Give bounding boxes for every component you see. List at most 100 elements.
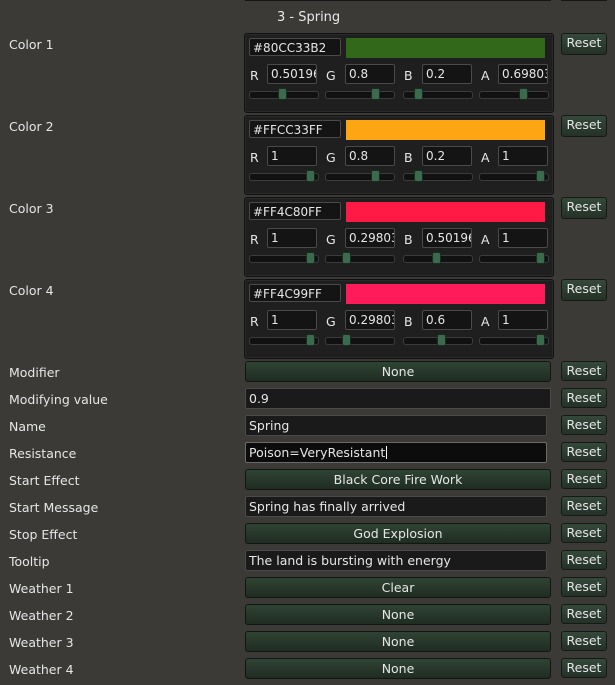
name-field[interactable]: Spring [245, 415, 547, 436]
slider-thumb[interactable] [278, 88, 287, 100]
tooltip-reset-button[interactable]: Reset [561, 550, 607, 570]
start-message-reset-button[interactable]: Reset [561, 496, 607, 516]
color-1-r-field[interactable]: 0.50196 [267, 64, 317, 84]
text-caret [386, 446, 388, 459]
slider-thumb[interactable] [306, 334, 315, 346]
color-2-g-slider[interactable] [325, 170, 395, 182]
color-2-label: Color 2 [9, 119, 54, 134]
modifying-value-field[interactable]: 0.9 [245, 388, 551, 409]
color-1-r-slider[interactable] [249, 88, 319, 100]
color-3-b-slider[interactable] [403, 252, 473, 264]
color-4-picker: #FF4C99FF R 1 G 0.29803 B 0.6 A 1 [244, 279, 554, 359]
color-2-hex-field[interactable]: #FFCC33FF [249, 120, 341, 138]
tooltip-field[interactable]: The land is bursting with energy [245, 550, 547, 571]
color-2-a-field[interactable]: 1 [498, 146, 548, 166]
slider-thumb[interactable] [306, 252, 315, 264]
color-4-b-field[interactable]: 0.6 [422, 310, 472, 330]
color-4-a-field[interactable]: 1 [498, 310, 548, 330]
color-2-r-slider[interactable] [249, 170, 319, 182]
color-4-a-slider[interactable] [479, 334, 549, 346]
color-1-picker: #80CC33B2 R 0.50196 G 0.8 B 0.2 A 0.6980… [244, 33, 554, 113]
slider-thumb[interactable] [536, 170, 545, 182]
start-message-label: Start Message [9, 500, 99, 515]
slider-thumb[interactable] [371, 88, 380, 100]
start-effect-dropdown[interactable]: Black Core Fire Work [245, 469, 551, 490]
slider-thumb[interactable] [306, 170, 315, 182]
color-2-reset-button[interactable]: Reset [561, 115, 607, 137]
slider-thumb[interactable] [432, 252, 441, 264]
g-label: G [326, 68, 336, 83]
color-3-b-field[interactable]: 0.50196 [422, 228, 472, 248]
color-3-r-field[interactable]: 1 [267, 228, 317, 248]
color-1-b-field[interactable]: 0.2 [422, 64, 472, 84]
modifier-label: Modifier [9, 365, 60, 380]
color-4-b-slider[interactable] [403, 334, 473, 346]
modifying-value-reset-button[interactable]: Reset [561, 388, 607, 408]
color-1-hex-field[interactable]: #80CC33B2 [249, 38, 341, 56]
color-1-a-slider[interactable] [479, 88, 549, 100]
color-4-g-field[interactable]: 0.29803 [345, 310, 395, 330]
color-4-r-field[interactable]: 1 [267, 310, 317, 330]
slider-thumb[interactable] [342, 334, 351, 346]
color-1-a-field[interactable]: 0.69803 [498, 64, 548, 84]
slider-thumb[interactable] [342, 252, 351, 264]
start-message-field[interactable]: Spring has finally arrived [245, 496, 547, 517]
color-3-a-field[interactable]: 1 [498, 228, 548, 248]
section-title: 3 - Spring [277, 10, 341, 25]
name-reset-button[interactable]: Reset [561, 415, 607, 435]
color-4-r-slider[interactable] [249, 334, 319, 346]
color-1-g-field[interactable]: 0.8 [345, 64, 395, 84]
weather-3-dropdown[interactable]: None [245, 631, 551, 652]
stop-effect-dropdown[interactable]: God Explosion [245, 523, 551, 544]
color-2-r-field[interactable]: 1 [267, 146, 317, 166]
color-2-b-field[interactable]: 0.2 [422, 146, 472, 166]
stop-effect-reset-button[interactable]: Reset [561, 523, 607, 543]
a-label: A [481, 68, 490, 83]
weather-1-label: Weather 1 [9, 581, 74, 596]
slider-thumb[interactable] [519, 88, 528, 100]
modifier-reset-button[interactable]: Reset [561, 361, 607, 381]
color-3-a-slider[interactable] [479, 252, 549, 264]
color-2-b-slider[interactable] [403, 170, 473, 182]
weather-4-reset-button[interactable]: Reset [561, 658, 607, 678]
color-1-reset-button[interactable]: Reset [561, 33, 607, 55]
color-2-g-field[interactable]: 0.8 [345, 146, 395, 166]
b-label: B [404, 232, 413, 247]
color-1-swatch[interactable] [346, 38, 545, 58]
weather-2-dropdown[interactable]: None [245, 604, 551, 625]
color-3-g-field[interactable]: 0.29803 [345, 228, 395, 248]
slider-thumb[interactable] [414, 88, 423, 100]
slider-thumb[interactable] [536, 334, 545, 346]
color-3-swatch[interactable] [346, 202, 545, 222]
slider-thumb[interactable] [371, 170, 380, 182]
slider-thumb[interactable] [414, 170, 423, 182]
color-2-a-slider[interactable] [479, 170, 549, 182]
weather-4-label: Weather 4 [9, 662, 74, 677]
weather-3-reset-button[interactable]: Reset [561, 631, 607, 651]
color-1-b-slider[interactable] [403, 88, 473, 100]
r-label: R [250, 150, 259, 165]
slider-thumb[interactable] [437, 334, 446, 346]
resistance-reset-button[interactable]: Reset [561, 442, 607, 462]
color-4-hex-field[interactable]: #FF4C99FF [249, 284, 341, 302]
color-1-g-slider[interactable] [325, 88, 395, 100]
color-3-reset-button[interactable]: Reset [561, 197, 607, 219]
resistance-field[interactable]: Poison=VeryResistant [245, 442, 547, 463]
start-effect-label: Start Effect [9, 473, 80, 488]
color-4-g-slider[interactable] [325, 334, 395, 346]
color-3-r-slider[interactable] [249, 252, 319, 264]
color-4-reset-button[interactable]: Reset [561, 279, 607, 301]
color-3-label: Color 3 [9, 201, 54, 216]
color-3-hex-field[interactable]: #FF4C80FF [249, 202, 341, 220]
modifier-dropdown[interactable]: None [245, 361, 551, 382]
color-4-swatch[interactable] [346, 284, 545, 304]
slider-thumb[interactable] [536, 252, 545, 264]
color-2-swatch[interactable] [346, 120, 545, 140]
weather-2-reset-button[interactable]: Reset [561, 604, 607, 624]
start-effect-reset-button[interactable]: Reset [561, 469, 607, 489]
color-3-g-slider[interactable] [325, 252, 395, 264]
stop-effect-label: Stop Effect [9, 527, 78, 542]
weather-1-reset-button[interactable]: Reset [561, 577, 607, 597]
weather-4-dropdown[interactable]: None [245, 658, 551, 679]
weather-1-dropdown[interactable]: Clear [245, 577, 551, 598]
